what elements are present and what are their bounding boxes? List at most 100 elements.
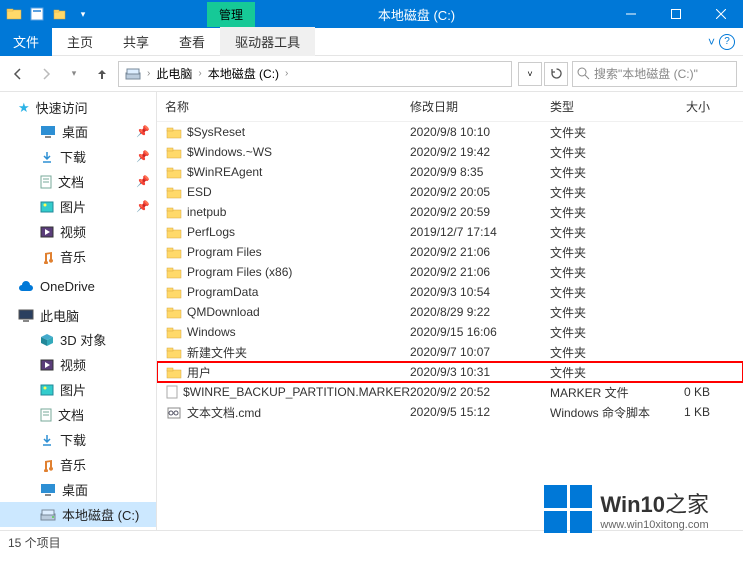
table-row[interactable]: 文本文档.cmd2020/9/5 15:12Windows 命令脚本1 KB [157,402,743,422]
maximize-button[interactable] [653,0,698,28]
table-row[interactable]: $WINRE_BACKUP_PARTITION.MARKER2020/9/2 2… [157,382,743,402]
help-icon[interactable]: ? [719,34,735,50]
folder-icon [40,250,54,264]
watermark: Win10之家 www.win10xitong.com [544,485,709,533]
tab-share[interactable]: 共享 [108,27,164,56]
sidebar-quick-access[interactable]: ★ 快速访问 [0,96,156,119]
crumb-drive-icon [121,65,145,83]
column-name[interactable]: 名称 [165,98,410,115]
column-date[interactable]: 修改日期 [410,98,550,115]
pin-icon: 📌 [136,200,150,213]
table-row[interactable]: Program Files (x86)2020/9/2 21:06文件夹 [157,262,743,282]
crumb-pc[interactable]: 此电脑 [152,63,196,84]
sidebar-onedrive[interactable]: OneDrive [0,277,156,296]
sidebar-item-桌面[interactable]: 桌面 [0,477,156,502]
qat-dropdown-icon[interactable]: ▾ [73,4,93,24]
file-type: 文件夹 [550,124,660,141]
windows-logo-icon [544,485,592,533]
sidebar-item-下载[interactable]: 下载 [0,427,156,452]
refresh-button[interactable] [544,62,568,86]
table-row[interactable]: PerfLogs2019/12/7 17:14文件夹 [157,222,743,242]
sidebar-item-文档[interactable]: 文档📌 [0,169,156,194]
sidebar[interactable]: ★ 快速访问 桌面📌下载📌文档📌图片📌视频音乐 OneDrive 此电脑 3D … [0,92,157,530]
sidebar-item-图片[interactable]: 图片📌 [0,194,156,219]
folder-icon [165,304,183,320]
watermark-title: Win10之家 [600,487,709,519]
pin-icon: 📌 [136,150,150,163]
tab-view[interactable]: 查看 [164,27,220,56]
file-date: 2020/9/9 8:35 [410,165,550,179]
sidebar-item-音乐[interactable]: 音乐 [0,244,156,269]
sidebar-onedrive-label: OneDrive [40,279,95,294]
file-name: inetpub [187,205,226,219]
minimize-button[interactable] [608,0,653,28]
table-row[interactable]: ProgramData2020/9/3 10:54文件夹 [157,282,743,302]
back-button[interactable] [6,62,30,86]
column-size[interactable]: 大小 [660,98,710,115]
file-date: 2019/12/7 17:14 [410,225,550,239]
crumb-sep-icon[interactable]: › [283,68,290,79]
file-name: 新建文件夹 [187,344,247,361]
properties-icon[interactable] [27,4,47,24]
pic-icon [40,384,54,396]
folder-icon [165,324,183,340]
search-icon [577,67,590,80]
sidebar-item-音乐[interactable]: 音乐 [0,452,156,477]
address-bar[interactable]: › 此电脑 › 本地磁盘 (C:) › [118,61,512,87]
pc-icon [18,309,34,323]
cmd-icon [165,404,183,420]
close-button[interactable] [698,0,743,28]
file-tab[interactable]: 文件 [0,27,52,56]
file-type: 文件夹 [550,224,660,241]
forward-button[interactable] [34,62,58,86]
sidebar-item-文档[interactable]: 文档 [0,402,156,427]
file-name: $SysReset [187,125,245,139]
table-row[interactable]: 用户2020/9/3 10:31文件夹 [157,362,743,382]
file-date: 2020/9/2 21:06 [410,265,550,279]
file-type: 文件夹 [550,184,660,201]
address-dropdown-icon[interactable]: ˅ [518,62,542,86]
sidebar-item-图片[interactable]: 图片 [0,377,156,402]
crumb-sep-icon[interactable]: › [145,68,152,79]
new-folder-icon[interactable] [50,4,70,24]
file-name: Program Files (x86) [187,265,292,279]
column-type[interactable]: 类型 [550,98,660,115]
table-row[interactable]: $SysReset2020/9/8 10:10文件夹 [157,122,743,142]
star-icon: ★ [18,100,30,116]
folder-icon [165,204,183,220]
file-name: $WINRE_BACKUP_PARTITION.MARKER [183,385,410,399]
up-button[interactable] [90,62,114,86]
folder-icon [40,226,54,238]
table-row[interactable]: Windows2020/9/15 16:06文件夹 [157,322,743,342]
cloud-icon [18,281,34,293]
folder-icon [40,175,52,189]
folder-icon [165,124,183,140]
tab-drive-tools[interactable]: 驱动器工具 [220,27,315,56]
sidebar-item-视频[interactable]: 视频 [0,352,156,377]
search-box[interactable]: 搜索"本地磁盘 (C:)" [572,61,737,87]
table-row[interactable]: QMDownload2020/8/29 9:22文件夹 [157,302,743,322]
sidebar-item-3D 对象[interactable]: 3D 对象 [0,327,156,352]
tab-home[interactable]: 主页 [52,27,108,56]
sidebar-item-下载[interactable]: 下载📌 [0,144,156,169]
crumb-drive[interactable]: 本地磁盘 (C:) [204,63,283,84]
sidebar-item-视频[interactable]: 视频 [0,219,156,244]
ribbon-expand-icon[interactable]: ˅ [708,35,715,49]
table-row[interactable]: ESD2020/9/2 20:05文件夹 [157,182,743,202]
sidebar-pc[interactable]: 此电脑 [0,304,156,327]
table-row[interactable]: $Windows.~WS2020/9/2 19:42文件夹 [157,142,743,162]
table-row[interactable]: 新建文件夹2020/9/7 10:07文件夹 [157,342,743,362]
file-name: $Windows.~WS [187,145,272,159]
table-row[interactable]: inetpub2020/9/2 20:59文件夹 [157,202,743,222]
folder-icon [165,164,183,180]
crumb-sep-icon[interactable]: › [196,68,203,79]
sidebar-item-本地磁盘 (C:)[interactable]: 本地磁盘 (C:) [0,502,156,527]
pin-icon: 📌 [136,125,150,138]
history-dropdown-icon[interactable]: ▾ [62,62,86,86]
table-row[interactable]: Program Files2020/9/2 21:06文件夹 [157,242,743,262]
sidebar-item-新加卷 (E:)[interactable]: 新加卷 (E:) [0,527,156,530]
table-row[interactable]: $WinREAgent2020/9/9 8:35文件夹 [157,162,743,182]
item-count: 15 个项目 [8,534,61,551]
sidebar-item-桌面[interactable]: 桌面📌 [0,119,156,144]
file-date: 2020/9/5 15:12 [410,405,550,419]
